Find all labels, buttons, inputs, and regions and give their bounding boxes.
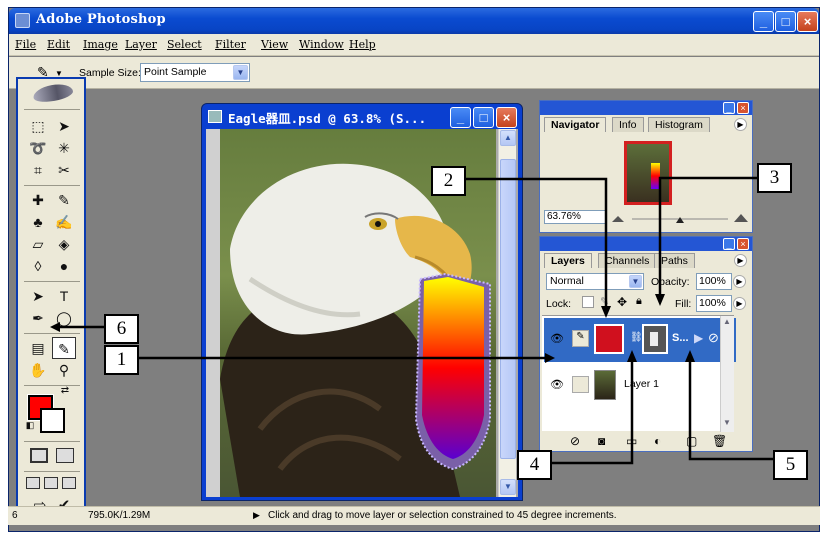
doc-size: 795.0K/1.29M	[88, 510, 151, 521]
callout-2: 2	[431, 166, 466, 196]
status-arrow-icon[interactable]: ▶	[253, 510, 260, 521]
callout-5: 5	[773, 450, 808, 480]
status-bar: 6 795.0K/1.29M ▶ Click and drag to move …	[8, 506, 820, 525]
callout-6: 6	[104, 314, 139, 344]
callout-3: 3	[757, 163, 792, 193]
status-hint: Click and drag to move layer or selectio…	[268, 510, 617, 521]
callout-lines	[50, 176, 773, 465]
callout-1: 1	[104, 345, 139, 375]
callout-4: 4	[517, 450, 552, 480]
status-zoom-cell[interactable]: 6	[12, 510, 18, 521]
